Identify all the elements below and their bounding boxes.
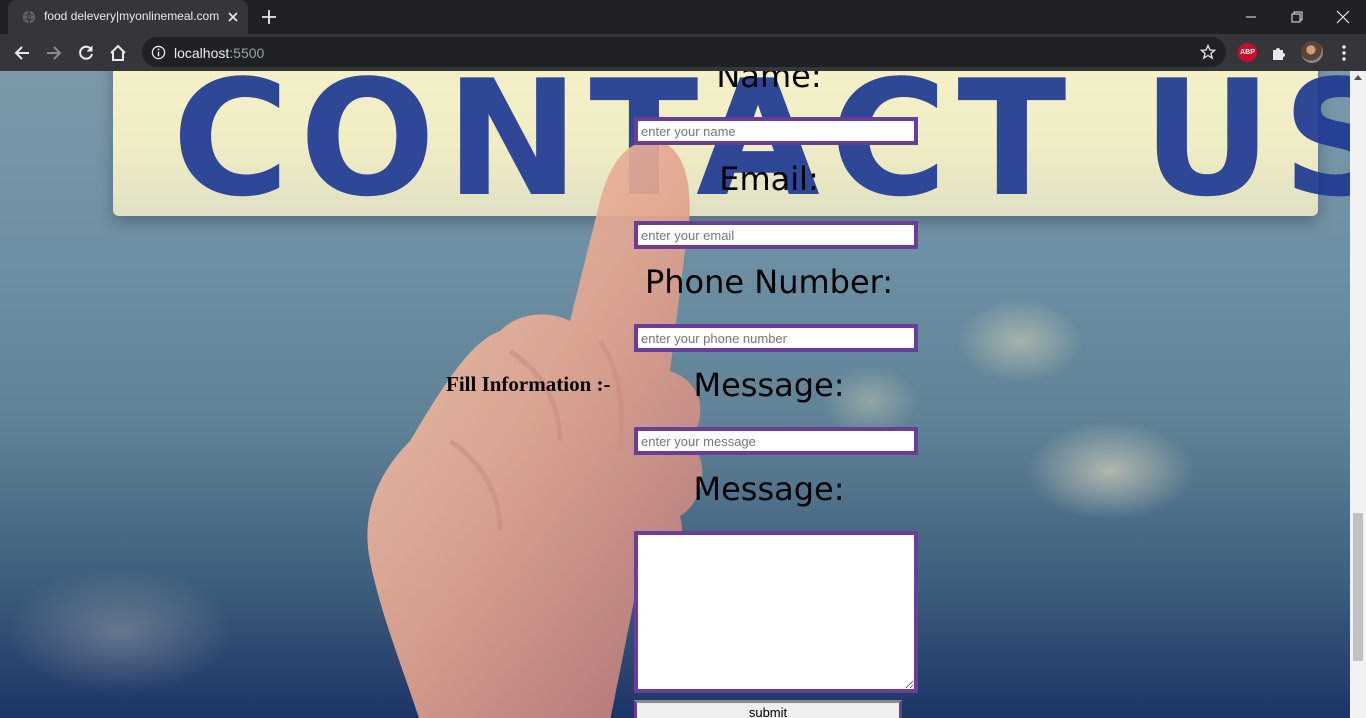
url-host: localhost xyxy=(174,45,230,61)
back-icon xyxy=(14,46,29,60)
contact-us-sign-text: CONTACT US xyxy=(172,71,1366,232)
minimize-button[interactable] xyxy=(1228,0,1274,34)
reload-icon xyxy=(79,45,93,60)
extensions-button[interactable] xyxy=(1268,42,1290,64)
tab-title: food delevery|myonlinemeal.com xyxy=(44,9,220,23)
restore-button[interactable] xyxy=(1274,0,1320,34)
message2-label: Message: xyxy=(693,470,845,508)
name-label: Name: xyxy=(716,71,822,95)
message-label: Message: xyxy=(693,366,845,404)
submit-button[interactable]: submit xyxy=(634,700,902,718)
tab-strip: food delevery|myonlinemeal.com xyxy=(0,0,1366,34)
restore-icon xyxy=(1291,11,1303,23)
email-input[interactable] xyxy=(634,221,918,249)
close-window-button[interactable] xyxy=(1320,0,1366,34)
minimize-icon xyxy=(1246,16,1256,18)
adblock-extension-button[interactable]: ABP xyxy=(1238,43,1257,62)
info-icon[interactable] xyxy=(151,45,166,60)
message-textarea[interactable] xyxy=(634,531,918,693)
phone-label: Phone Number: xyxy=(644,263,894,301)
home-icon xyxy=(110,44,126,61)
back-button[interactable] xyxy=(11,42,33,64)
fill-information-label: Fill Information :- xyxy=(446,372,611,396)
plus-icon[interactable] xyxy=(260,8,278,26)
globe-icon xyxy=(22,10,36,24)
home-button[interactable] xyxy=(107,42,129,64)
scrollbar-thumb[interactable] xyxy=(1353,513,1363,661)
url-port: :5500 xyxy=(229,45,265,61)
address-bar[interactable]: localhost:5500 xyxy=(142,37,1226,67)
reload-button[interactable] xyxy=(75,42,97,64)
phone-input[interactable] xyxy=(634,324,918,352)
more-icon xyxy=(1342,45,1346,61)
message-input[interactable] xyxy=(634,427,918,455)
forward-button[interactable] xyxy=(43,42,65,64)
close-icon[interactable] xyxy=(225,9,241,25)
scroll-up-arrow-icon[interactable] xyxy=(1354,75,1362,80)
browser-tab[interactable]: food delevery|myonlinemeal.com xyxy=(8,0,248,34)
email-label: Email: xyxy=(719,160,819,198)
forward-icon xyxy=(47,46,62,60)
page-scrollbar[interactable] xyxy=(1350,71,1366,718)
puzzle-icon xyxy=(1272,47,1285,60)
star-icon[interactable] xyxy=(1200,44,1216,60)
url-text: localhost:5500 xyxy=(174,45,264,61)
profile-avatar[interactable] xyxy=(1301,41,1323,63)
close-window-icon xyxy=(1336,10,1350,24)
name-input[interactable] xyxy=(634,117,918,145)
page-viewport: CONTACT US Fill Information :- Name: Ema… xyxy=(0,71,1366,718)
menu-button[interactable] xyxy=(1333,42,1355,64)
browser-toolbar: localhost:5500 ABP xyxy=(0,34,1366,71)
